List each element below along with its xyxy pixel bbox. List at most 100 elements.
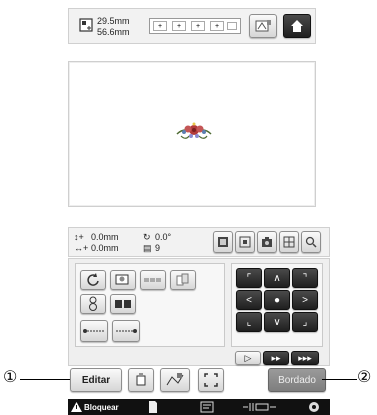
camera-icon bbox=[261, 236, 273, 248]
thread-spool-icon bbox=[254, 19, 272, 33]
resize-icon bbox=[115, 274, 131, 286]
trial-button[interactable] bbox=[279, 231, 299, 253]
color-count-icon: ▤ bbox=[143, 243, 152, 253]
grid-icon bbox=[283, 236, 295, 248]
document-button[interactable] bbox=[148, 401, 160, 413]
scale-indicator: + + + + bbox=[149, 18, 241, 34]
stitch-backward-icon bbox=[115, 327, 137, 335]
bordado-button[interactable]: Bordado bbox=[268, 368, 326, 392]
background-view-button[interactable] bbox=[213, 231, 233, 253]
edit-button-label: Editar bbox=[81, 374, 111, 386]
scale-end-icon bbox=[227, 22, 237, 30]
settings-button[interactable] bbox=[200, 401, 214, 413]
x-move-value: 0.0mm bbox=[91, 243, 119, 253]
fastest-forward-icon: ▸▸▸ bbox=[298, 352, 312, 363]
size-button[interactable] bbox=[110, 270, 136, 290]
border-button[interactable] bbox=[140, 270, 166, 290]
thread-cut-button[interactable] bbox=[160, 368, 190, 392]
trace-frame-icon bbox=[204, 373, 218, 387]
density-button[interactable] bbox=[80, 294, 106, 314]
arrow-down-icon: ∨ bbox=[273, 316, 281, 328]
y-move-value: 0.0mm bbox=[91, 232, 119, 242]
center-dot-icon: ● bbox=[273, 294, 281, 306]
thread-icon bbox=[166, 373, 184, 387]
rotate-icon bbox=[86, 273, 100, 287]
center-button[interactable]: ● bbox=[264, 290, 290, 310]
camera-button[interactable] bbox=[257, 231, 277, 253]
rotate-button[interactable] bbox=[80, 270, 106, 290]
fast-forward-button[interactable]: ▸▸ bbox=[263, 351, 289, 365]
corner-up-right-icon: ⌝ bbox=[302, 272, 308, 284]
arrow-up-icon: ∧ bbox=[273, 272, 281, 284]
bordado-button-label: Bordado bbox=[278, 374, 316, 386]
color-count-value: 9 bbox=[155, 243, 161, 253]
status-row: ↕+ ↔+ 0.0mm 0.0mm ↻ ▤ 0.0° 9 bbox=[68, 227, 330, 257]
scale-step-3[interactable]: + bbox=[191, 21, 205, 31]
move-down-button[interactable]: ∨ bbox=[264, 312, 290, 332]
x-move-icon: ↔+ bbox=[74, 243, 89, 253]
memory-button[interactable] bbox=[128, 368, 154, 392]
callout-2-line bbox=[322, 379, 357, 380]
arrow-pad: ⌜ ∧ ⌝ < ● > ⌞ ∨ ⌟ bbox=[231, 263, 323, 347]
arrange-right-button[interactable] bbox=[112, 320, 140, 342]
lock-label: Bloquear bbox=[84, 402, 119, 412]
fast-forward-icon: ▸▸ bbox=[271, 352, 281, 363]
top-bar: 29.5mm 56.6mm + + + + bbox=[68, 8, 316, 44]
corner-down-left-icon: ⌞ bbox=[246, 316, 252, 328]
callout-1-line bbox=[20, 379, 70, 380]
zoom-button[interactable] bbox=[301, 231, 321, 253]
arrow-right-icon: > bbox=[302, 294, 308, 306]
arrow-left-icon: < bbox=[246, 294, 252, 306]
help-icon bbox=[308, 401, 322, 413]
size-height: 56.6mm bbox=[97, 27, 130, 37]
arrange-left-button[interactable] bbox=[80, 320, 108, 342]
move-down-left-button[interactable]: ⌞ bbox=[236, 312, 262, 332]
move-right-button[interactable]: > bbox=[292, 290, 318, 310]
pocket-icon bbox=[135, 373, 147, 387]
document-icon bbox=[148, 401, 160, 413]
lock-button[interactable]: Bloquear bbox=[71, 400, 121, 414]
embroidery-size-icon bbox=[79, 18, 93, 32]
edit-button[interactable]: Editar bbox=[70, 368, 122, 392]
callout-2: ② bbox=[357, 369, 372, 386]
callout-1: ① bbox=[3, 369, 18, 386]
frame-trace-button[interactable] bbox=[198, 368, 224, 392]
move-left-button[interactable]: < bbox=[236, 290, 262, 310]
rotation-value: 0.0° bbox=[155, 232, 172, 242]
scale-step-4[interactable]: + bbox=[210, 21, 224, 31]
tool-group bbox=[75, 263, 225, 347]
color-change-button[interactable] bbox=[110, 294, 136, 314]
mirror-icon bbox=[176, 273, 190, 287]
scale-step-2[interactable]: + bbox=[172, 21, 186, 31]
color-blocks-icon bbox=[115, 299, 131, 309]
y-move-icon: ↕+ bbox=[74, 232, 84, 242]
fastest-forward-button[interactable]: ▸▸▸ bbox=[291, 351, 319, 365]
move-up-left-button[interactable]: ⌜ bbox=[236, 268, 262, 288]
home-icon bbox=[290, 19, 304, 33]
stitch-forward-icon bbox=[83, 327, 105, 335]
edit-panel: ⌜ ∧ ⌝ < ● > ⌞ ∨ ⌟ ▷ ▸▸ ▸▸▸ bbox=[68, 258, 330, 366]
play-icon: ▷ bbox=[244, 352, 252, 363]
size-width: 29.5mm bbox=[97, 16, 130, 26]
warning-icon bbox=[71, 402, 82, 412]
scale-step-1[interactable]: + bbox=[153, 21, 167, 31]
frame-display-button[interactable] bbox=[235, 231, 255, 253]
machine-settings-icon bbox=[200, 401, 214, 413]
mirror-button[interactable] bbox=[170, 270, 196, 290]
help-button[interactable] bbox=[308, 401, 322, 413]
magnifier-icon bbox=[305, 236, 317, 248]
play-button[interactable]: ▷ bbox=[235, 351, 261, 365]
presser-foot-button[interactable] bbox=[242, 401, 278, 413]
corner-down-right-icon: ⌟ bbox=[302, 316, 308, 328]
corner-up-left-icon: ⌜ bbox=[246, 272, 252, 284]
flower-design-image bbox=[175, 120, 213, 144]
move-up-button[interactable]: ∧ bbox=[264, 268, 290, 288]
thread-change-button[interactable] bbox=[249, 14, 277, 38]
move-up-right-button[interactable]: ⌝ bbox=[292, 268, 318, 288]
frame-display-icon bbox=[239, 236, 251, 248]
home-button[interactable] bbox=[283, 14, 311, 38]
frame-view-icon bbox=[217, 236, 229, 248]
move-down-right-button[interactable]: ⌟ bbox=[292, 312, 318, 332]
rotation-icon: ↻ bbox=[143, 232, 151, 242]
density-icon bbox=[88, 296, 98, 312]
